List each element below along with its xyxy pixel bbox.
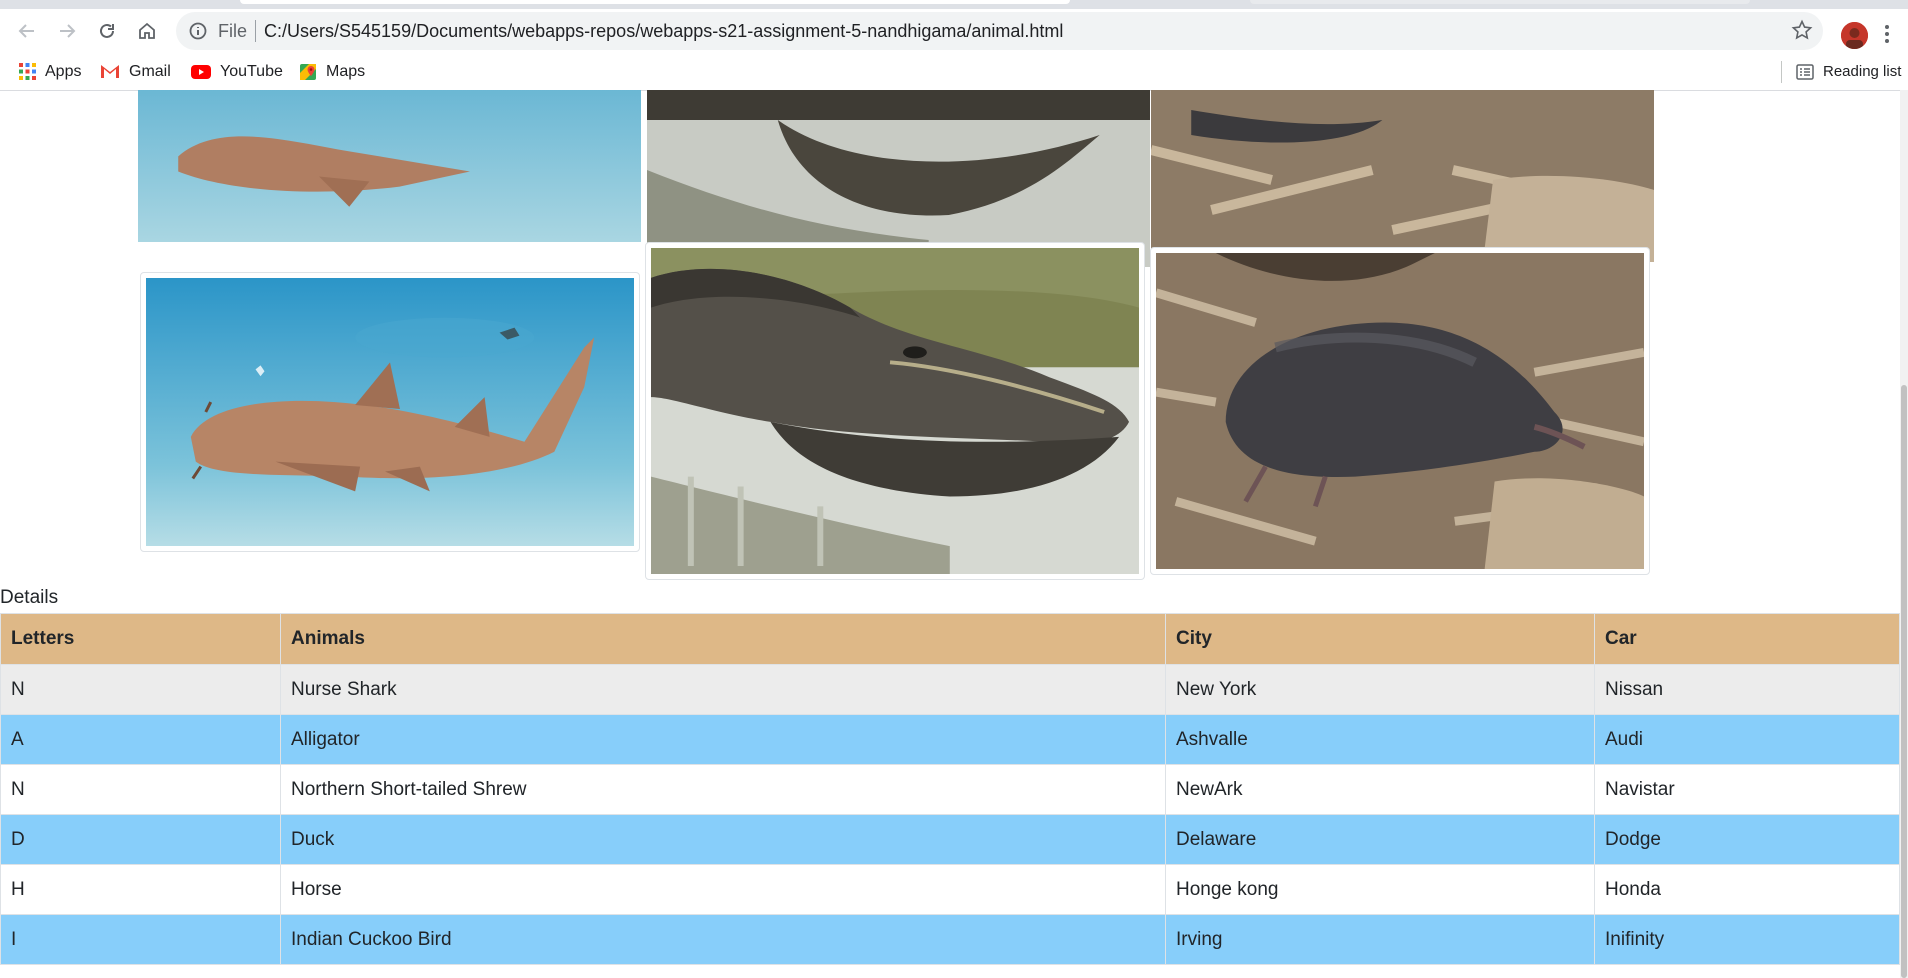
- cell-letter: N: [0, 664, 281, 715]
- table-row: I Indian Cuckoo Bird Irving Inifinity: [0, 914, 1900, 965]
- address-bar[interactable]: File C:/Users/S545159/Documents/webapps-…: [176, 12, 1823, 50]
- cell-animal: Indian Cuckoo Bird: [280, 914, 1166, 965]
- details-caption: Details: [0, 587, 59, 608]
- cell-city: NewArk: [1165, 764, 1595, 815]
- reading-list-separator: [1781, 61, 1782, 83]
- info-icon[interactable]: [188, 21, 208, 41]
- bookmark-apps[interactable]: Apps: [19, 54, 81, 89]
- shark-image: [140, 272, 640, 552]
- header-city: City: [1165, 613, 1595, 665]
- active-tab[interactable]: [240, 0, 1070, 4]
- reading-list-button[interactable]: Reading list: [1796, 54, 1901, 89]
- cell-car: Dodge: [1594, 814, 1900, 865]
- kebab-menu-icon[interactable]: [1884, 25, 1890, 47]
- reading-list-label: Reading list: [1823, 63, 1902, 80]
- cell-city: Ashvalle: [1165, 714, 1595, 765]
- gmail-icon: [100, 64, 120, 79]
- table-row: A Alligator Ashvalle Audi: [0, 714, 1900, 765]
- bookmark-gmail[interactable]: Gmail: [100, 54, 171, 89]
- cell-animal: Duck: [280, 814, 1166, 865]
- cell-letter: N: [0, 764, 281, 815]
- cell-letter: I: [0, 914, 281, 965]
- bookmark-gmail-label: Gmail: [129, 62, 171, 80]
- back-button[interactable]: [10, 14, 44, 48]
- browser-chrome: File C:/Users/S545159/Documents/webapps-…: [0, 0, 1908, 91]
- cell-car: Inifinity: [1594, 914, 1900, 965]
- cell-car: Navistar: [1594, 764, 1900, 815]
- youtube-icon: [191, 64, 211, 79]
- table-row: N Nurse Shark New York Nissan: [0, 664, 1900, 715]
- cell-city: Delaware: [1165, 814, 1595, 865]
- scrollbar-thumb[interactable]: [1901, 385, 1907, 978]
- file-scheme-label: File: [218, 21, 248, 41]
- cell-car: Nissan: [1594, 664, 1900, 715]
- bookmark-youtube[interactable]: YouTube: [191, 54, 283, 89]
- animals-table: Letters Animals City Car N Nurse Shark N…: [0, 613, 1900, 965]
- bookmark-maps-label: Maps: [326, 62, 366, 80]
- star-icon[interactable]: [1791, 19, 1813, 41]
- cell-letter: D: [0, 814, 281, 865]
- cell-animal: Northern Short-tailed Shrew: [280, 764, 1166, 815]
- cell-city: Irving: [1165, 914, 1595, 965]
- cell-animal: Alligator: [280, 714, 1166, 765]
- shark-image-top: [138, 90, 641, 242]
- cell-city: New York: [1165, 664, 1595, 715]
- table-row: D Duck Delaware Dodge: [0, 814, 1900, 865]
- maps-icon: [299, 63, 317, 81]
- apps-icon: [19, 63, 36, 80]
- vertical-scrollbar[interactable]: [1900, 90, 1908, 978]
- inactive-tab[interactable]: [1250, 0, 1750, 4]
- home-icon: [139, 22, 155, 39]
- cell-letter: H: [0, 864, 281, 915]
- tab-strip: [0, 0, 1908, 9]
- table-row: N Northern Short-tailed Shrew NewArk Nav…: [0, 764, 1900, 815]
- table-header-row: Letters Animals City Car: [0, 613, 1900, 665]
- cell-animal: Horse: [280, 864, 1166, 915]
- header-animals: Animals: [280, 613, 1166, 665]
- bookmark-apps-label: Apps: [45, 62, 82, 80]
- header-letters: Letters: [0, 613, 281, 665]
- cell-car: Honda: [1594, 864, 1900, 915]
- cell-car: Audi: [1594, 714, 1900, 765]
- shrew-image: [1150, 247, 1650, 575]
- toolbar: File C:/Users/S545159/Documents/webapps-…: [0, 9, 1908, 54]
- url-text[interactable]: C:/Users/S545159/Documents/webapps-repos…: [264, 21, 1063, 42]
- bookmark-maps[interactable]: Maps: [299, 54, 365, 89]
- forward-icon: [60, 24, 76, 38]
- reading-list-icon: [1796, 63, 1814, 80]
- reload-button[interactable]: [90, 14, 124, 48]
- back-icon: [18, 24, 34, 38]
- alligator-image: [645, 242, 1145, 580]
- cell-city: Honge kong: [1165, 864, 1595, 915]
- home-button[interactable]: [130, 14, 164, 48]
- cell-animal: Nurse Shark: [280, 664, 1166, 715]
- reload-icon: [100, 23, 114, 38]
- page-content: Details Letters Animals City Car N Nurse…: [0, 90, 1900, 978]
- bookmark-youtube-label: YouTube: [220, 62, 283, 80]
- forward-button[interactable]: [50, 14, 84, 48]
- table-row: H Horse Honge kong Honda: [0, 864, 1900, 915]
- omnibox-separator: [255, 20, 256, 42]
- profile-avatar[interactable]: [1841, 22, 1868, 49]
- bookmarks-bar: Apps Gmail YouTube Maps Reading list: [0, 54, 1908, 89]
- profile-avatar-image: [1841, 22, 1868, 49]
- cell-letter: A: [0, 714, 281, 765]
- alligator-image-top: [647, 90, 1150, 267]
- shrew-image-top: [1151, 90, 1654, 262]
- header-car: Car: [1594, 613, 1900, 665]
